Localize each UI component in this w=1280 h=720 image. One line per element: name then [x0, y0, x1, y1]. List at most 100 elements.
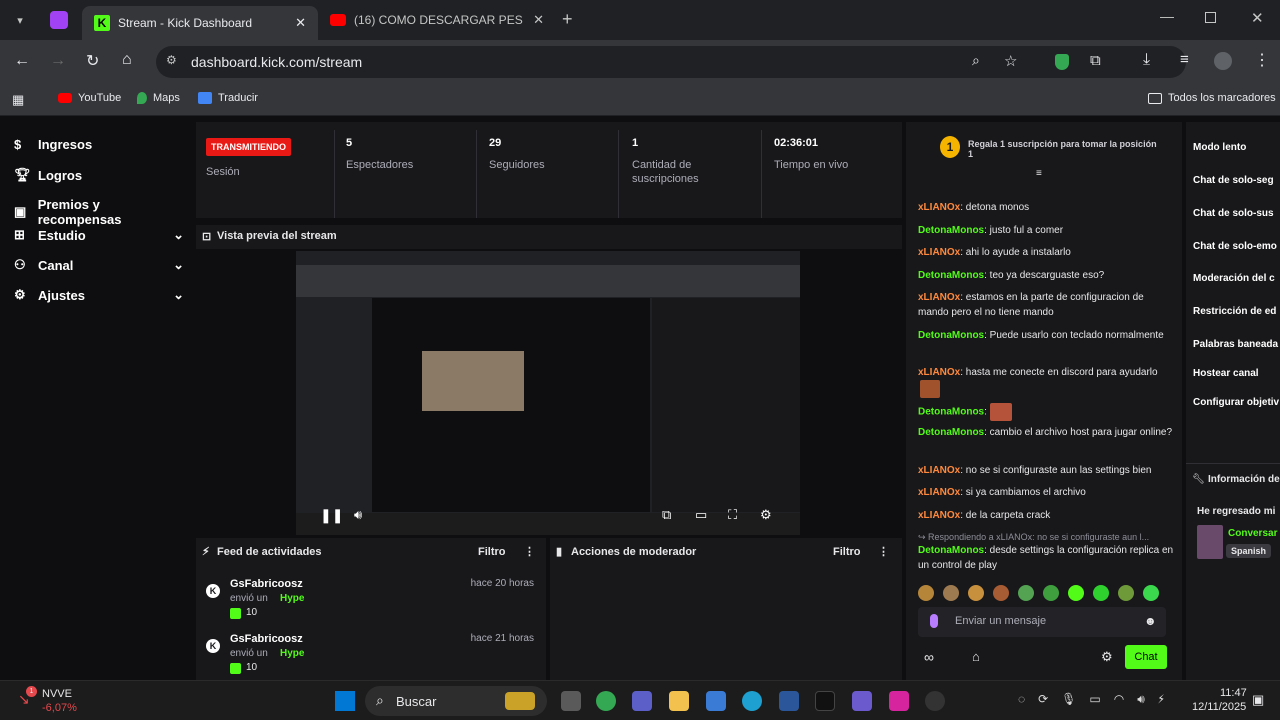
- clock-date[interactable]: 12/11/2025: [1192, 701, 1246, 713]
- pip-icon[interactable]: ⧉: [662, 507, 671, 523]
- chat-settings-icon[interactable]: ⚙: [1101, 649, 1113, 665]
- emote-button[interactable]: [1043, 585, 1059, 601]
- sidebar-item-ingresos[interactable]: $ Ingresos: [14, 137, 184, 152]
- stock-widget[interactable]: ↘ 1 NVVE -6,07%: [18, 686, 98, 715]
- feed-user[interactable]: GsFabricoosz: [230, 578, 303, 590]
- chat-username[interactable]: DetonaMonos: [918, 545, 984, 556]
- settings-gear-icon[interactable]: ⚙: [760, 507, 772, 523]
- site-info-icon[interactable]: ⚙: [166, 53, 177, 67]
- extensions-icon[interactable]: ⧉: [1090, 52, 1101, 69]
- sidebar-item-premios[interactable]: ▣ Premios y recompensas: [14, 197, 184, 227]
- instagram-icon[interactable]: [889, 691, 909, 711]
- zoom-icon[interactable]: ⌕: [972, 52, 980, 69]
- store-icon[interactable]: [706, 691, 726, 711]
- chrome-icon[interactable]: [596, 691, 616, 711]
- more-icon[interactable]: ⋮: [524, 545, 535, 558]
- profile-avatar[interactable]: [1214, 52, 1232, 70]
- start-button[interactable]: [335, 691, 355, 711]
- file-explorer-icon[interactable]: [669, 691, 689, 711]
- teams-icon[interactable]: [632, 691, 652, 711]
- mod-option-emotes-only[interactable]: Chat de solo-emo: [1193, 241, 1277, 252]
- close-tab-icon[interactable]: ✕: [533, 12, 544, 28]
- chat-username[interactable]: xLIANOx: [918, 202, 960, 213]
- apps-grid-icon[interactable]: ▦: [12, 92, 24, 108]
- chat-username[interactable]: DetonaMonos: [918, 330, 984, 341]
- taskbar-search[interactable]: ⌕ Buscar: [365, 686, 547, 716]
- shield-extension-icon[interactable]: [1055, 54, 1069, 70]
- mic-icon[interactable]: [930, 614, 938, 628]
- mod-option-moderation[interactable]: Moderación del c: [1193, 273, 1275, 284]
- emote-button[interactable]: [918, 585, 934, 601]
- tab-kick-dashboard[interactable]: K Stream - Kick Dashboard ✕: [82, 6, 318, 40]
- fullscreen-icon[interactable]: ⛶: [728, 507, 737, 523]
- tray-icons[interactable]: ◌⟳🎙︎▭◠🔊︎⚡︎: [1018, 692, 1177, 707]
- emote-button[interactable]: [993, 585, 1009, 601]
- infinity-icon[interactable]: ∞: [924, 649, 934, 665]
- forward-icon[interactable]: →: [50, 52, 66, 70]
- mod-option-subs-only[interactable]: Chat de solo-sus: [1193, 208, 1274, 219]
- mod-option-banned-words[interactable]: Palabras baneada: [1193, 339, 1278, 350]
- edge-icon[interactable]: [742, 691, 762, 711]
- word-icon[interactable]: [779, 691, 799, 711]
- feed-user[interactable]: GsFabricoosz: [230, 633, 303, 645]
- chat-username[interactable]: DetonaMonos: [918, 407, 984, 418]
- theater-icon[interactable]: ▭: [695, 507, 707, 523]
- emote-button[interactable]: [1093, 585, 1109, 601]
- more-icon[interactable]: ⋮: [878, 545, 889, 558]
- back-icon[interactable]: ←: [14, 52, 30, 70]
- tiktok-icon[interactable]: [815, 691, 835, 711]
- sidebar-item-canal[interactable]: ⚇ Canal ⌄: [14, 257, 184, 273]
- clock-time[interactable]: 11:47: [1220, 687, 1247, 699]
- download-icon[interactable]: ⤓: [1143, 51, 1150, 69]
- chat-username[interactable]: xLIANOx: [918, 487, 960, 498]
- mod-option-followers-only[interactable]: Chat de solo-seg: [1193, 175, 1274, 186]
- stream-preview-video[interactable]: ❚❚ 🔊︎ ⧉ ▭ ⛶ ⚙: [296, 251, 800, 535]
- mod-option-slow-mode[interactable]: Modo lento: [1193, 142, 1246, 153]
- close-window-icon[interactable]: ✕: [1251, 9, 1264, 27]
- reload-icon[interactable]: ↻: [86, 51, 99, 71]
- tab-list-chevron-icon[interactable]: ▾: [12, 12, 28, 28]
- chat-input[interactable]: Enviar un mensaje ☻: [918, 607, 1166, 637]
- feed-filter-button[interactable]: Filtro: [478, 546, 506, 558]
- emote-button[interactable]: [1118, 585, 1134, 601]
- maximize-icon[interactable]: [1205, 12, 1216, 23]
- chat-username[interactable]: DetonaMonos: [918, 270, 984, 281]
- info-link[interactable]: Conversar: [1228, 528, 1277, 539]
- emote-button[interactable]: [1143, 585, 1159, 601]
- sidebar-item-ajustes[interactable]: ⚙ Ajustes ⌄: [14, 287, 184, 303]
- collapse-icon[interactable]: ≡: [1036, 168, 1042, 179]
- all-bookmarks[interactable]: Todos los marcadores: [1148, 92, 1276, 104]
- emoji-icon[interactable]: ☻: [1144, 614, 1157, 628]
- chat-send-button[interactable]: Chat: [1125, 645, 1167, 669]
- tab-group-icon[interactable]: [50, 11, 68, 29]
- close-tab-icon[interactable]: ✕: [295, 15, 306, 31]
- store-icon[interactable]: ⌂: [972, 649, 980, 664]
- sidebar-item-estudio[interactable]: ⊞ Estudio ⌄: [14, 227, 184, 243]
- bookmark-star-icon[interactable]: ☆: [1004, 52, 1017, 70]
- sidebar-item-logros[interactable]: 🏆︎ Logros: [14, 167, 184, 183]
- mod-filter-button[interactable]: Filtro: [833, 546, 861, 558]
- home-icon[interactable]: ⌂: [122, 51, 132, 69]
- bookmark-maps[interactable]: Maps: [137, 92, 180, 104]
- bookmark-traducir[interactable]: Traducir: [198, 92, 258, 104]
- chat-username[interactable]: xLIANOx: [918, 367, 960, 378]
- mod-option-goal[interactable]: Configurar objetiv: [1193, 397, 1279, 408]
- chat-username[interactable]: xLIANOx: [918, 247, 960, 258]
- browser-menu-icon[interactable]: ⋮: [1254, 50, 1270, 70]
- chat-username[interactable]: DetonaMonos: [918, 225, 984, 236]
- minimize-icon[interactable]: —: [1160, 8, 1174, 24]
- chat-username[interactable]: DetonaMonos: [918, 427, 984, 438]
- emote-button[interactable]: [943, 585, 959, 601]
- task-view-icon[interactable]: [561, 691, 581, 711]
- bookmark-youtube[interactable]: YouTube: [58, 92, 121, 104]
- pinned-gift-banner[interactable]: 1 Regala 1 suscripción para tomar la pos…: [906, 122, 1182, 179]
- app-icon[interactable]: [852, 691, 872, 711]
- chat-username[interactable]: xLIANOx: [918, 465, 960, 476]
- app-icon[interactable]: [925, 691, 945, 711]
- pause-icon[interactable]: ❚❚: [320, 507, 343, 524]
- mod-option-host[interactable]: Hostear canal: [1193, 368, 1259, 379]
- chat-username[interactable]: xLIANOx: [918, 510, 960, 521]
- address-bar[interactable]: ⚙ dashboard.kick.com/stream ⌕ ☆: [156, 46, 1186, 78]
- tab-youtube[interactable]: (16) COMO DESCARGAR PES 6 ORIGI ✕: [326, 6, 548, 34]
- chat-username[interactable]: xLIANOx: [918, 292, 960, 303]
